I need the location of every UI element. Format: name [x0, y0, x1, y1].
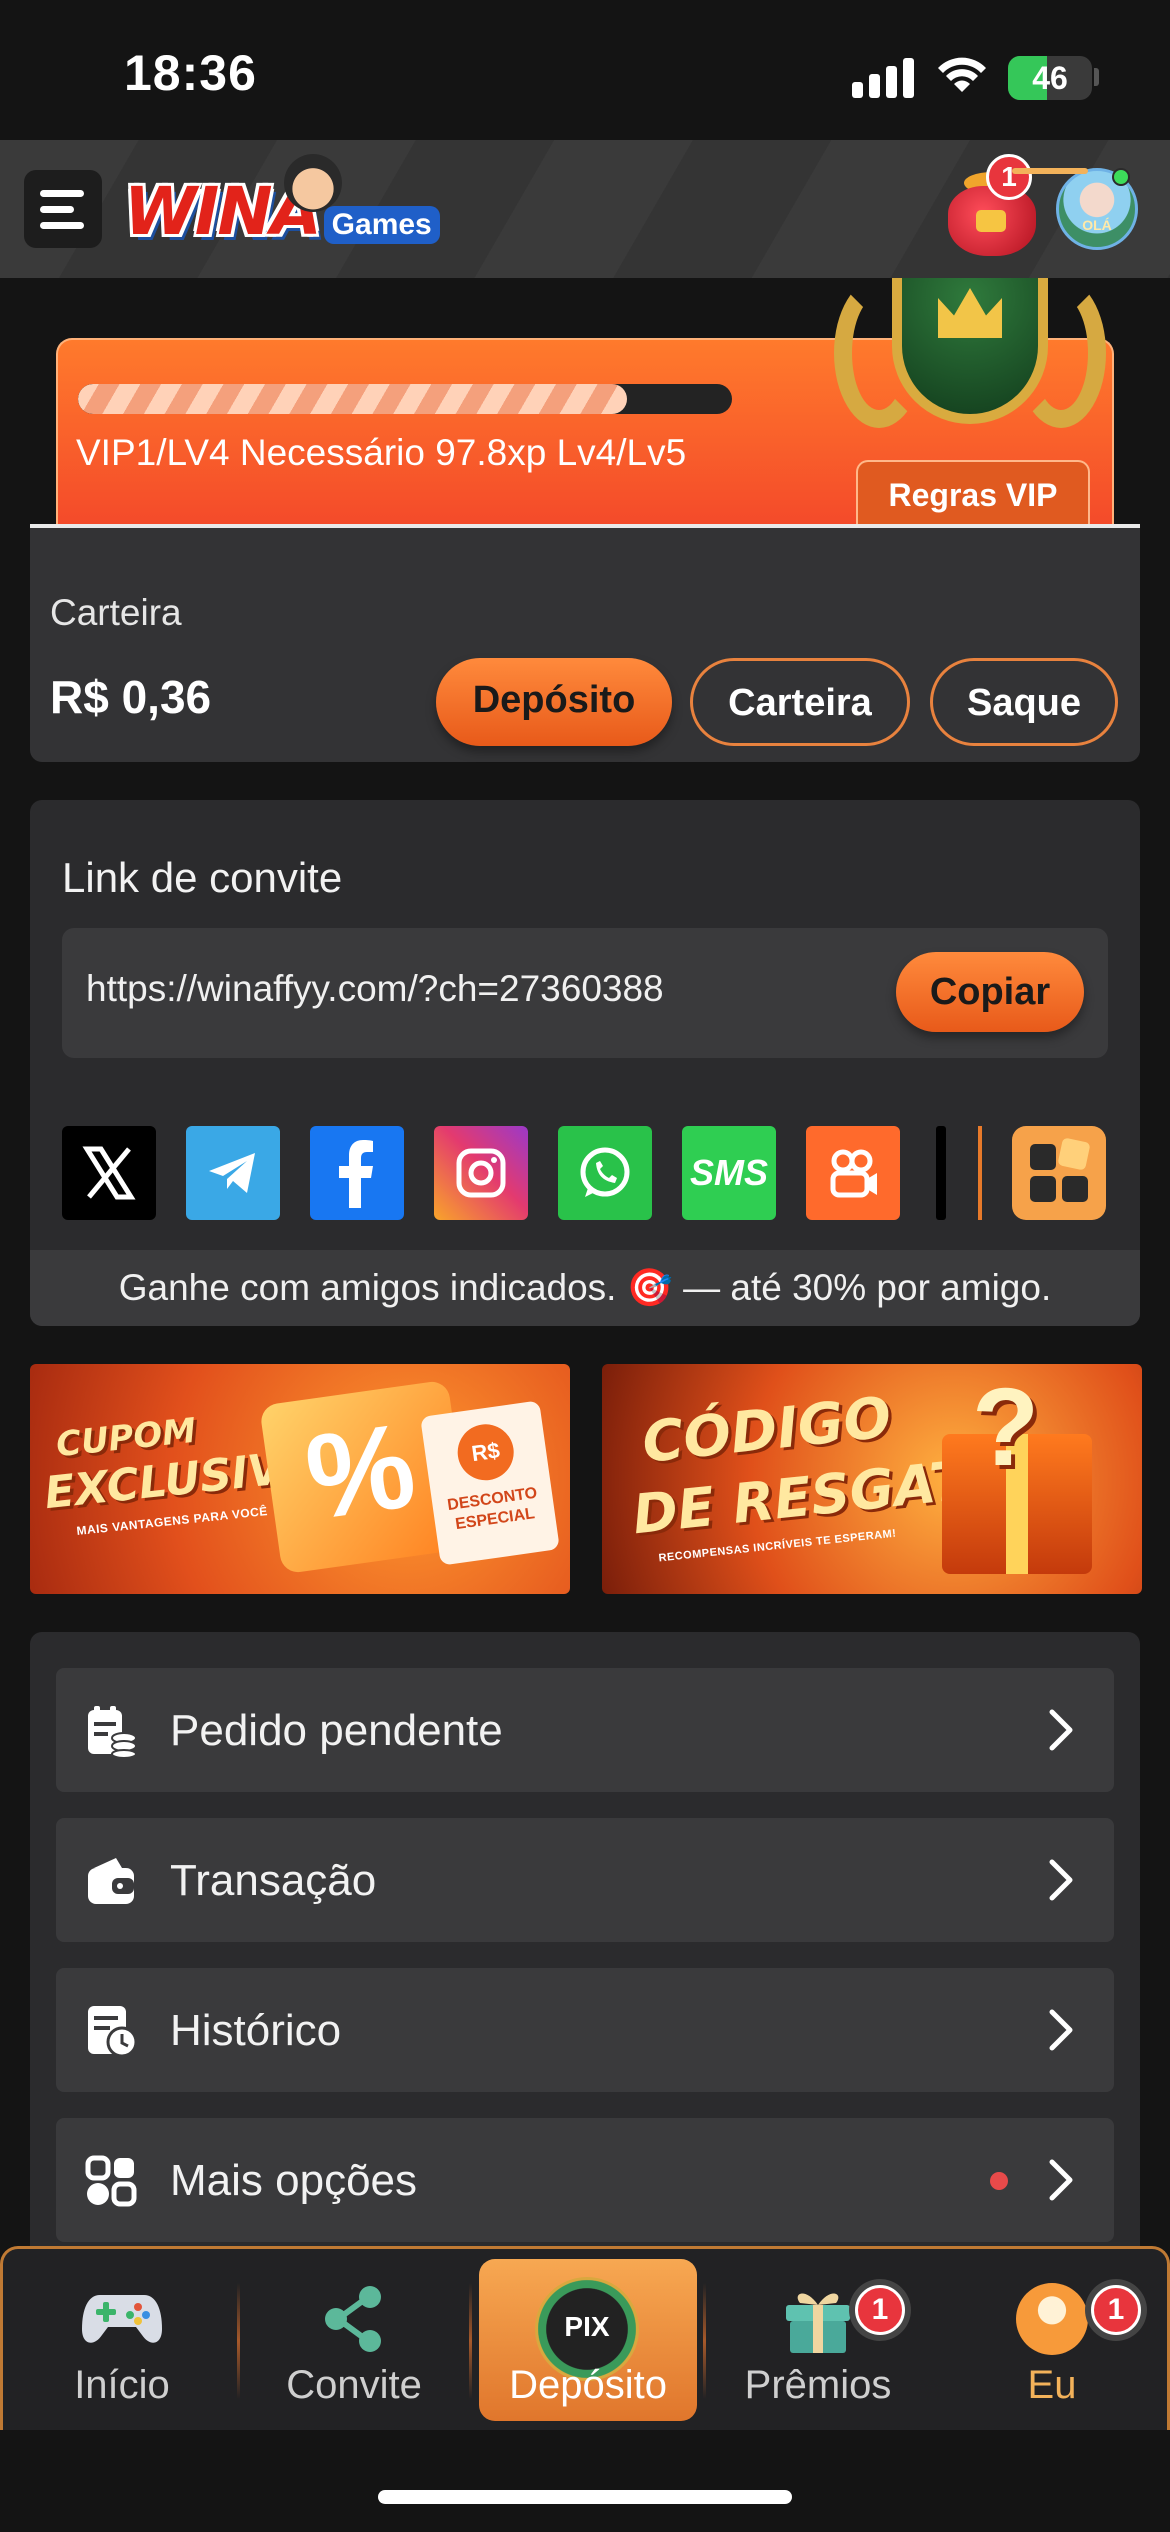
more-options-icon	[85, 2155, 137, 2207]
redeem-code-banner[interactable]: CÓDIGO DE RESGATE RECOMPENSAS INCRÍVEIS …	[602, 1364, 1142, 1594]
telegram-icon[interactable]	[186, 1126, 280, 1220]
wallet-balance: R$ 0,36	[50, 671, 212, 723]
vip-rules-button[interactable]: Regras VIP	[856, 460, 1090, 528]
nav-label: Convite	[286, 2363, 422, 2407]
battery-level: 46	[1032, 60, 1068, 96]
wallet-icon	[88, 1858, 134, 1904]
bag-badge: 1	[986, 154, 1032, 200]
invite-title: Link de convite	[62, 854, 343, 901]
vip-progress-bar	[78, 384, 732, 414]
notification-dot	[990, 2172, 1008, 2190]
mascot-icon	[284, 154, 342, 212]
chevron-right-icon	[1049, 1859, 1073, 1901]
sms-label: SMS	[689, 1152, 768, 1193]
discount-tag: R$ DESCONTO ESPECIAL	[420, 1400, 560, 1566]
pix-label: PIX	[564, 2311, 610, 2342]
prizes-badge: 1	[855, 2285, 905, 2335]
active-underline	[1012, 168, 1088, 174]
percent-sign: %	[298, 1397, 423, 1546]
gamepad-icon	[82, 2295, 162, 2343]
coin-icon: R$	[454, 1420, 518, 1484]
discount-tag-text: DESCONTO ESPECIAL	[446, 1484, 539, 1534]
menu-item-history[interactable]: Histórico	[56, 1968, 1114, 2092]
battery-icon: 46	[1008, 56, 1092, 100]
mystery-gift-icon: ?	[942, 1366, 1092, 1574]
menu-button[interactable]	[24, 170, 102, 248]
home-indicator[interactable]	[378, 2490, 792, 2504]
status-time: 18:36	[124, 45, 257, 101]
deposit-button[interactable]: Depósito	[436, 658, 672, 746]
question-mark: ?	[972, 1366, 1040, 1489]
instagram-icon[interactable]	[434, 1126, 528, 1220]
menu-label: Pedido pendente	[170, 1706, 503, 1755]
menu-item-pending-order[interactable]: Pedido pendente	[56, 1668, 1114, 1792]
account-menu: Pedido pendente Transação Histórico Mais…	[30, 1632, 1140, 2252]
profile-badge: 1	[1091, 2285, 1141, 2335]
facebook-icon[interactable]	[310, 1126, 404, 1220]
invite-link-box: https://winaffyy.com/?ch=27360388 Copiar	[62, 928, 1108, 1058]
vip-crown-shield-icon	[830, 278, 1110, 440]
vip-level-text: VIP1/LV4 Necessário 97.8xp Lv4/Lv5	[76, 432, 687, 473]
wifi-icon	[938, 57, 986, 92]
wallet-button[interactable]: Carteira	[690, 658, 910, 746]
share-divider	[978, 1126, 982, 1220]
chevron-right-icon	[1049, 1709, 1073, 1751]
home-indicator-area	[0, 2430, 1170, 2532]
sms-icon[interactable]: SMS	[682, 1126, 776, 1220]
menu-item-transaction[interactable]: Transação	[56, 1818, 1114, 1942]
whatsapp-icon[interactable]	[558, 1126, 652, 1220]
logo-games: Games	[323, 206, 440, 244]
x-icon[interactable]	[62, 1126, 156, 1220]
gift-icon	[786, 2293, 850, 2353]
nav-home[interactable]: Início	[7, 2249, 237, 2429]
pending-order-icon	[88, 1706, 137, 1758]
online-indicator	[1112, 168, 1130, 186]
nav-label: Prêmios	[744, 2363, 892, 2407]
nav-label: Início	[74, 2363, 170, 2407]
nav-label: Eu	[1027, 2363, 1077, 2407]
nav-profile[interactable]: 1 Eu	[937, 2249, 1167, 2429]
signal-icon	[852, 58, 914, 98]
wallet-label: Carteira	[50, 592, 182, 633]
profile-icon	[1016, 2283, 1088, 2355]
more-apps-icon[interactable]	[1012, 1126, 1106, 1220]
copy-button[interactable]: Copiar	[896, 952, 1084, 1032]
chevron-right-icon	[1049, 2009, 1073, 2051]
bottom-navigation: Início Convite PIX Depósito 1 Prêmios 1 …	[0, 2246, 1170, 2430]
share-icon	[325, 2286, 381, 2352]
menu-label: Mais opções	[170, 2156, 418, 2205]
kwai-icon[interactable]	[806, 1126, 900, 1220]
nav-label: Depósito	[509, 2363, 667, 2407]
nav-deposit[interactable]: PIX Depósito	[473, 2249, 703, 2429]
invite-url: https://winaffyy.com/?ch=27360388	[86, 968, 664, 1009]
bag-coin	[976, 210, 1006, 232]
vip-progress-fill	[78, 384, 628, 414]
wallet-card: Carteira R$ 0,36 Depósito Carteira Saque	[30, 524, 1140, 762]
nav-prizes[interactable]: 1 Prêmios	[703, 2249, 933, 2429]
withdraw-button[interactable]: Saque	[930, 658, 1118, 746]
invite-note: Ganhe com amigos indicados. 🎯 — até 30% …	[30, 1250, 1140, 1326]
menu-label: Transação	[170, 1856, 377, 1905]
nav-invite[interactable]: Convite	[239, 2249, 469, 2429]
chevron-right-icon	[1049, 2159, 1073, 2201]
history-icon	[88, 2006, 138, 2058]
battery-tip	[1094, 68, 1099, 86]
share-scroll-edge	[936, 1126, 946, 1220]
invite-section: Link de convite https://winaffyy.com/?ch…	[30, 800, 1140, 1326]
exclusive-coupon-banner[interactable]: CUPOM EXCLUSIVO MAIS VANTAGENS PARA VOCÊ…	[30, 1364, 570, 1594]
app-logo[interactable]: WINA Games	[124, 154, 440, 250]
status-bar: 18:36 46	[0, 0, 1170, 140]
avatar-text: OLÁ	[1082, 217, 1112, 233]
menu-label: Histórico	[170, 2006, 342, 2055]
nav-separator	[469, 2283, 472, 2399]
menu-item-more-options[interactable]: Mais opções	[56, 2118, 1114, 2242]
app-header: WINA Games 1 OLÁ	[0, 140, 1170, 278]
